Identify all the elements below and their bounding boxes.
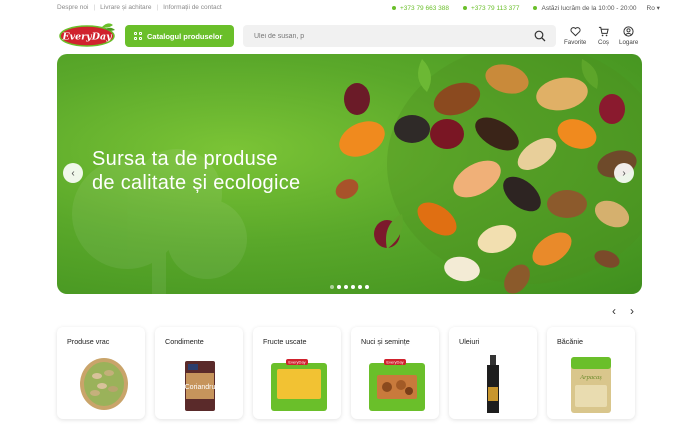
- hero-banner[interactable]: Sursa ta de produse de calitate și ecolo…: [57, 54, 642, 294]
- phone-dot-icon: [392, 6, 396, 10]
- slide-dot-active[interactable]: [337, 285, 341, 289]
- hero-title-line2: de calitate și ecologice: [92, 172, 301, 194]
- top-contacts: +373 79 663 388 +373 79 113 377 Astăzi l…: [392, 4, 660, 12]
- login-label: Logare: [619, 39, 639, 46]
- slide-dot[interactable]: [344, 285, 348, 289]
- language-selector[interactable]: Ro ▾: [647, 4, 660, 12]
- svg-text:EveryDay: EveryDay: [288, 360, 305, 365]
- separator: |: [93, 4, 96, 11]
- dried-fruit-pack-icon: EveryDay: [271, 359, 327, 411]
- hero-prev-button[interactable]: ‹: [63, 163, 83, 183]
- login-button[interactable]: Logare: [619, 26, 638, 46]
- category-label: Condimente: [165, 337, 204, 346]
- working-hours: Astăzi lucrăm de la 10:00 - 20:00: [541, 4, 637, 12]
- slide-dot[interactable]: [351, 285, 355, 289]
- cart-icon: [598, 26, 609, 37]
- category-label: Uleiuri: [459, 337, 480, 346]
- category-card[interactable]: Fructe uscate EveryDay: [253, 327, 341, 419]
- search-bar: [243, 25, 556, 48]
- category-card[interactable]: Uleiuri: [449, 327, 537, 419]
- catalog-label: Catalogul produselor: [147, 31, 223, 41]
- category-label: Produse vrac: [67, 337, 110, 346]
- hero-pagination: [330, 285, 369, 289]
- favorites-button[interactable]: Favorite: [564, 26, 586, 46]
- flour-pack-icon: Arpacaș: [571, 357, 611, 413]
- pistachio-bowl-icon: [80, 358, 128, 410]
- hero-next-button[interactable]: ›: [614, 163, 634, 183]
- language-label: Ro: [646, 5, 655, 12]
- svg-text:EveryDay: EveryDay: [386, 360, 403, 365]
- link-delivery[interactable]: Livrare și achitare: [100, 4, 151, 11]
- phone-dot-icon: [462, 6, 467, 10]
- chevron-right-icon: ›: [622, 167, 626, 179]
- cart-button[interactable]: Coș: [598, 26, 609, 46]
- category-label: Fructe uscate: [263, 337, 307, 346]
- user-icon: [623, 26, 634, 37]
- category-card[interactable]: Produse vrac: [57, 327, 145, 419]
- category-card[interactable]: Nuci și semințe EveryDay: [351, 327, 439, 419]
- coriander-pack-icon: Coriandru: [185, 361, 216, 411]
- nuts-pack-icon: EveryDay: [369, 359, 425, 411]
- category-card[interactable]: Condimente Coriandru: [155, 327, 243, 419]
- svg-text:Arpacaș: Arpacaș: [579, 374, 602, 381]
- categories-next-button[interactable]: ›: [630, 304, 634, 318]
- chevron-left-icon: ‹: [612, 304, 616, 318]
- separator: |: [156, 4, 159, 11]
- phone-1[interactable]: +373 79 663 388: [400, 5, 449, 12]
- link-about[interactable]: Despre noi: [57, 4, 88, 11]
- everyday-logo[interactable]: EveryDay: [58, 21, 116, 48]
- search-icon[interactable]: [534, 30, 546, 42]
- grid-icon: [134, 32, 142, 40]
- category-card[interactable]: Băcănie Arpacaș: [547, 327, 635, 419]
- category-label: Băcănie: [557, 337, 583, 346]
- slide-dot[interactable]: [358, 285, 362, 289]
- chevron-left-icon: ‹: [71, 167, 75, 179]
- favorites-label: Favorite: [564, 39, 587, 46]
- slide-dot[interactable]: [365, 285, 369, 289]
- heart-icon: [570, 27, 581, 37]
- slide-dot[interactable]: [330, 285, 334, 289]
- svg-text:EveryDay: EveryDay: [61, 32, 113, 43]
- clock-dot-icon: [533, 6, 538, 10]
- category-label: Nuci și semințe: [361, 337, 410, 346]
- phone-2[interactable]: +373 79 113 377: [471, 5, 520, 12]
- nuts-cluster: [335, 54, 642, 294]
- svg-text:Coriandru: Coriandru: [185, 384, 216, 391]
- chevron-right-icon: ›: [630, 304, 634, 318]
- category-list: Produse vrac Condimente Coriandru Fructe…: [57, 327, 642, 427]
- categories-prev-button[interactable]: ‹: [612, 304, 616, 318]
- hero-title: Sursa ta de produse de calitate și ecolo…: [92, 147, 300, 195]
- catalog-button[interactable]: Catalogul produselor: [125, 25, 234, 47]
- hero-title-line1: Sursa ta de produse: [92, 148, 278, 170]
- cart-label: Coș: [598, 39, 610, 46]
- header: EveryDay Catalogul produselor Favorite C…: [0, 18, 700, 54]
- search-input[interactable]: [243, 25, 523, 48]
- top-bar: Despre noi | Livrare și achitare | Infor…: [0, 0, 700, 16]
- top-links: Despre noi | Livrare și achitare | Infor…: [57, 4, 222, 11]
- oil-bottle-icon: [487, 355, 499, 413]
- link-contact[interactable]: Informații de contact: [163, 4, 222, 11]
